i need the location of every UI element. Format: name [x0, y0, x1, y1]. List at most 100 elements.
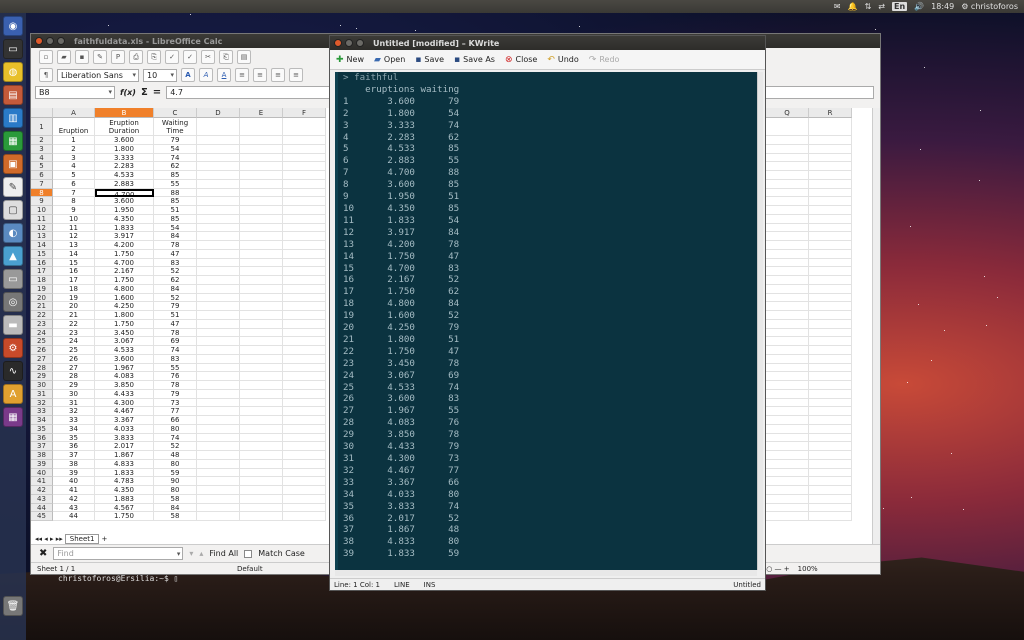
- open-folder-icon[interactable]: ▰: [57, 50, 71, 64]
- row-header[interactable]: 33: [31, 407, 53, 416]
- table-cell[interactable]: 2.167: [95, 267, 154, 276]
- table-cell[interactable]: 2.883: [95, 179, 154, 189]
- row-header[interactable]: 27: [31, 354, 53, 364]
- column-header[interactable]: B: [95, 108, 154, 118]
- table-cell[interactable]: 16: [53, 267, 95, 276]
- table-cell[interactable]: [809, 477, 852, 486]
- table-cell[interactable]: 51: [154, 206, 197, 215]
- row-header[interactable]: 30: [31, 381, 53, 390]
- table-cell[interactable]: [809, 442, 852, 451]
- spellcheck-icon[interactable]: ✓: [165, 50, 179, 64]
- table-cell[interactable]: [283, 416, 326, 425]
- table-cell[interactable]: 26: [53, 354, 95, 364]
- row-header[interactable]: 9: [31, 197, 53, 206]
- table-cell[interactable]: [197, 171, 240, 180]
- clock[interactable]: 18:49: [931, 2, 954, 11]
- table-cell[interactable]: [766, 188, 809, 198]
- table-cell[interactable]: 3: [53, 153, 95, 163]
- find-next-icon[interactable]: ▴: [199, 549, 203, 558]
- table-cell[interactable]: 4.567: [95, 503, 154, 513]
- chrome-icon[interactable]: ◍: [3, 62, 23, 82]
- row-header[interactable]: 7: [31, 179, 53, 189]
- justify-icon[interactable]: ≡: [289, 68, 303, 82]
- table-cell[interactable]: [240, 206, 283, 215]
- table-cell[interactable]: 48: [154, 451, 197, 460]
- text-editor-area[interactable]: > faithful eruptions waiting 1 3.600 79 2 …: [335, 72, 757, 570]
- table-cell[interactable]: [240, 416, 283, 425]
- table-cell[interactable]: [809, 232, 852, 241]
- table-cell[interactable]: [809, 267, 852, 276]
- table-cell[interactable]: [197, 372, 240, 381]
- table-cell[interactable]: 79: [154, 136, 197, 145]
- table-cell[interactable]: [766, 354, 809, 364]
- row-header[interactable]: 18: [31, 276, 53, 285]
- table-cell[interactable]: [283, 459, 326, 469]
- table-cell[interactable]: 5: [53, 171, 95, 180]
- vertical-scrollbar[interactable]: [872, 108, 880, 544]
- column-header[interactable]: D: [197, 108, 240, 118]
- table-cell[interactable]: [809, 214, 852, 224]
- row-header[interactable]: 24: [31, 328, 53, 338]
- table-cell[interactable]: [809, 363, 852, 373]
- table-cell[interactable]: [766, 258, 809, 268]
- cut-icon[interactable]: ✂: [201, 50, 215, 64]
- table-cell[interactable]: [283, 241, 326, 250]
- table-cell[interactable]: [240, 477, 283, 486]
- table-cell[interactable]: [809, 136, 852, 145]
- table-cell[interactable]: [197, 494, 240, 504]
- row-header[interactable]: 43: [31, 494, 53, 504]
- table-cell[interactable]: [240, 144, 283, 154]
- table-cell[interactable]: 4.350: [95, 214, 154, 224]
- table-cell[interactable]: 80: [154, 486, 197, 495]
- software-icon[interactable]: A: [3, 384, 23, 404]
- kwrite-titlebar[interactable]: Untitled [modified] – KWrite: [330, 36, 765, 50]
- column-header[interactable]: F: [283, 108, 326, 118]
- table-cell[interactable]: 85: [154, 171, 197, 180]
- table-cell[interactable]: [240, 486, 283, 495]
- table-cell[interactable]: [197, 206, 240, 215]
- table-cell[interactable]: [809, 206, 852, 215]
- header-cell[interactable]: Waiting Time: [154, 118, 197, 136]
- table-cell[interactable]: [197, 354, 240, 364]
- table-cell[interactable]: 3.600: [95, 354, 154, 364]
- table-cell[interactable]: [197, 442, 240, 451]
- table-cell[interactable]: [240, 442, 283, 451]
- table-cell[interactable]: [809, 494, 852, 504]
- row-header[interactable]: 25: [31, 337, 53, 346]
- table-cell[interactable]: [809, 162, 852, 171]
- table-cell[interactable]: [197, 433, 240, 443]
- table-cell[interactable]: [197, 451, 240, 460]
- print-preview-icon[interactable]: ⎘: [147, 50, 161, 64]
- table-cell[interactable]: [197, 328, 240, 338]
- table-cell[interactable]: [809, 407, 852, 416]
- table-cell[interactable]: [283, 319, 326, 329]
- table-cell[interactable]: [766, 214, 809, 224]
- table-cell[interactable]: [809, 188, 852, 198]
- table-cell[interactable]: [283, 337, 326, 346]
- table-cell[interactable]: [197, 459, 240, 469]
- row-header[interactable]: 40: [31, 468, 53, 478]
- table-cell[interactable]: [240, 389, 283, 399]
- table-cell[interactable]: [766, 249, 809, 259]
- table-cell[interactable]: 4.433: [95, 389, 154, 399]
- table-cell[interactable]: [809, 398, 852, 408]
- row-header[interactable]: 17: [31, 267, 53, 276]
- table-cell[interactable]: [766, 144, 809, 154]
- font-name-combo[interactable]: Liberation Sans: [57, 68, 139, 82]
- row-header[interactable]: 28: [31, 363, 53, 373]
- column-header[interactable]: E: [240, 108, 283, 118]
- table-cell[interactable]: 3.067: [95, 337, 154, 346]
- table-cell[interactable]: [283, 451, 326, 460]
- row-header[interactable]: 5: [31, 162, 53, 171]
- table-cell[interactable]: [766, 276, 809, 285]
- table-cell[interactable]: 47: [154, 249, 197, 259]
- row-header[interactable]: 44: [31, 503, 53, 513]
- header-cell[interactable]: [240, 118, 283, 136]
- mail-icon[interactable]: ✉: [834, 2, 841, 11]
- table-cell[interactable]: 23: [53, 328, 95, 338]
- keyboard-layout-indicator[interactable]: En: [892, 2, 908, 11]
- table-cell[interactable]: 78: [154, 328, 197, 338]
- table-cell[interactable]: 1.833: [95, 468, 154, 478]
- table-cell[interactable]: [240, 503, 283, 513]
- table-cell[interactable]: 3.333: [95, 153, 154, 163]
